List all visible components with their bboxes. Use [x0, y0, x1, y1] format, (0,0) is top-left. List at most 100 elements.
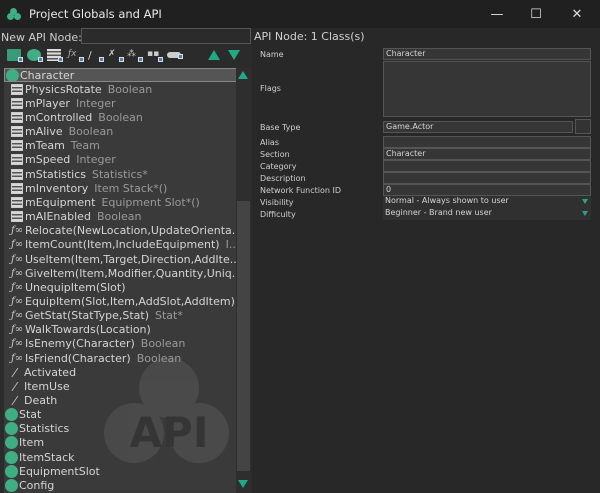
- add-event-icon[interactable]: /: [88, 49, 104, 62]
- tree-item[interactable]: mControlled Boolean: [4, 110, 238, 124]
- network-function-id-label: Network Function ID: [260, 186, 342, 195]
- tree-item[interactable]: mInventory Item Stack*(): [4, 181, 238, 195]
- scroll-down-button[interactable]: [238, 480, 248, 488]
- base-type-picker-button[interactable]: [575, 119, 591, 134]
- add-variable-icon[interactable]: [47, 49, 63, 62]
- tree-item[interactable]: mSpeed Integer: [4, 153, 238, 167]
- maximize-button[interactable]: ☐: [517, 0, 555, 28]
- name-label: Name: [260, 50, 284, 59]
- move-up-button[interactable]: [208, 50, 220, 60]
- add-class-folder-icon[interactable]: [7, 49, 23, 62]
- tree-item-name: mSpeed: [25, 153, 71, 167]
- alias-field[interactable]: [383, 136, 591, 148]
- tree-item[interactable]: Character: [4, 68, 238, 83]
- variable-icon: [11, 83, 23, 95]
- tree-item-name: Activated: [24, 365, 77, 379]
- class-icon: [6, 69, 19, 82]
- tree-item-type: Boolean: [98, 111, 143, 124]
- new-node-input[interactable]: [81, 28, 251, 44]
- tree-item[interactable]: mEquipment Equipment Slot*(): [4, 195, 238, 209]
- variable-icon: [11, 140, 23, 152]
- tree-item-name: mInventory: [25, 181, 89, 195]
- tree-item-type: Team: [70, 139, 100, 153]
- description-field[interactable]: [383, 172, 591, 184]
- tree-item[interactable]: / ItemUse: [4, 379, 238, 393]
- tree-item[interactable]: ƒ∞ GetStat(StatType,Stat) Stat*: [4, 309, 238, 323]
- add-function-icon[interactable]: ƒx: [68, 49, 84, 62]
- new-node-label: New API Node:: [1, 30, 82, 44]
- tree-item-name: mControlled: [25, 111, 93, 124]
- tree-item[interactable]: mStatistics Statistics*: [4, 167, 238, 181]
- tree-item[interactable]: mAlive Boolean: [4, 125, 238, 139]
- chevron-down-icon: [582, 199, 588, 204]
- add-tree-icon[interactable]: ▪▪: [147, 49, 163, 62]
- tree-item-name: mPlayer: [25, 96, 70, 110]
- tree-item[interactable]: Stat: [4, 408, 238, 422]
- base-type-field[interactable]: Game.Actor: [383, 121, 573, 133]
- tree-item[interactable]: ƒ∞ IsFriend(Character) Boolean: [4, 351, 238, 365]
- difficulty-select[interactable]: Beginner - Brand new user: [383, 208, 591, 220]
- flags-field[interactable]: [383, 61, 591, 117]
- add-hierarchy-icon[interactable]: ⁂: [127, 49, 143, 62]
- visibility-select[interactable]: Normal - Always shown to user: [383, 196, 591, 208]
- tree-item[interactable]: ƒ∞ GiveItem(Item,Modifier,Quantity,Uniq..…: [4, 266, 238, 280]
- tree-item[interactable]: ƒ∞ EquipItem(Slot,Item,AddSlot,AddItem): [4, 294, 238, 308]
- tree-item-type: Boolean: [68, 125, 114, 139]
- scroll-thumb[interactable]: [237, 201, 250, 471]
- tree-item[interactable]: mTeam Team: [4, 139, 238, 153]
- tree-item[interactable]: Statistics: [4, 422, 238, 436]
- tree-item-name: mStatistics: [25, 167, 86, 181]
- network-function-id-field[interactable]: 0: [383, 184, 591, 196]
- tree-item[interactable]: Config: [4, 478, 238, 492]
- close-button[interactable]: ✕: [558, 0, 596, 28]
- tree-item[interactable]: Item: [4, 436, 238, 450]
- chevron-down-icon: [582, 211, 588, 216]
- add-object-icon[interactable]: [27, 49, 43, 62]
- tree-item[interactable]: ƒ∞ IsEnemy(Character) Boolean: [4, 337, 238, 351]
- tree-item-name: UseItem(Item,Target,Direction,AddIte...: [25, 252, 238, 266]
- tree-item[interactable]: mAIEnabled Boolean: [4, 210, 238, 224]
- minimize-button[interactable]: —: [478, 0, 516, 28]
- api-tree[interactable]: API Character PhysicsRotate Boolean mPlayer…: [4, 68, 251, 493]
- tree-item[interactable]: EquipmentSlot: [4, 464, 238, 478]
- difficulty-label: Difficulty: [260, 210, 296, 219]
- app-icon: [7, 8, 21, 20]
- alias-label: Alias: [260, 138, 279, 147]
- description-label: Description: [260, 174, 306, 183]
- variable-icon: [11, 196, 23, 208]
- tree-item[interactable]: ƒ∞ Relocate(NewLocation,UpdateOrienta...: [4, 224, 238, 238]
- tree-item[interactable]: ƒ∞ ItemCount(Item,IncludeEquipment) I...: [4, 238, 238, 252]
- tree-item[interactable]: PhysicsRotate Boolean: [4, 82, 238, 96]
- tree-item[interactable]: / Activated: [4, 365, 238, 379]
- category-field[interactable]: [383, 160, 591, 172]
- function-icon: ƒ∞: [11, 281, 24, 293]
- tree-item-name: Item: [19, 436, 45, 450]
- move-down-button[interactable]: [228, 50, 240, 60]
- tree-item-name: Config: [19, 478, 55, 492]
- tree-item-type: Boolean: [96, 210, 142, 224]
- tree-item-type: Item Stack*(): [94, 181, 168, 195]
- tree-item[interactable]: ItemStack: [4, 450, 238, 464]
- class-icon: [5, 422, 18, 436]
- tree-item[interactable]: mPlayer Integer: [4, 96, 238, 110]
- add-operator-icon[interactable]: ✗: [108, 49, 124, 62]
- class-icon: [5, 450, 18, 464]
- tree-scrollbar[interactable]: [236, 68, 251, 493]
- tree-item[interactable]: ƒ∞ UnequipItem(Slot): [4, 280, 238, 294]
- class-icon: [5, 464, 18, 478]
- tree-item[interactable]: ƒ∞ UseItem(Item,Target,Direction,AddIte..…: [4, 252, 238, 266]
- name-field[interactable]: Character: [383, 48, 591, 60]
- section-field[interactable]: Character: [383, 148, 591, 160]
- scroll-up-button[interactable]: [238, 71, 248, 79]
- variable-icon: [11, 211, 23, 223]
- tree-item-name: GetStat(StatType,Stat): [25, 309, 149, 323]
- add-enum-icon[interactable]: [167, 52, 183, 59]
- variable-icon: [11, 112, 23, 123]
- tree-item-name: EquipmentSlot: [19, 464, 100, 478]
- tree-item-type: Equipment Slot*(): [101, 195, 200, 209]
- tree-item-name: ItemUse: [24, 379, 70, 393]
- tree-item[interactable]: ƒ∞ WalkTowards(Location): [4, 323, 238, 337]
- tree-item[interactable]: / Death: [4, 393, 238, 407]
- window-title: Project Globals and API: [29, 7, 162, 21]
- base-type-label: Base Type: [260, 123, 301, 132]
